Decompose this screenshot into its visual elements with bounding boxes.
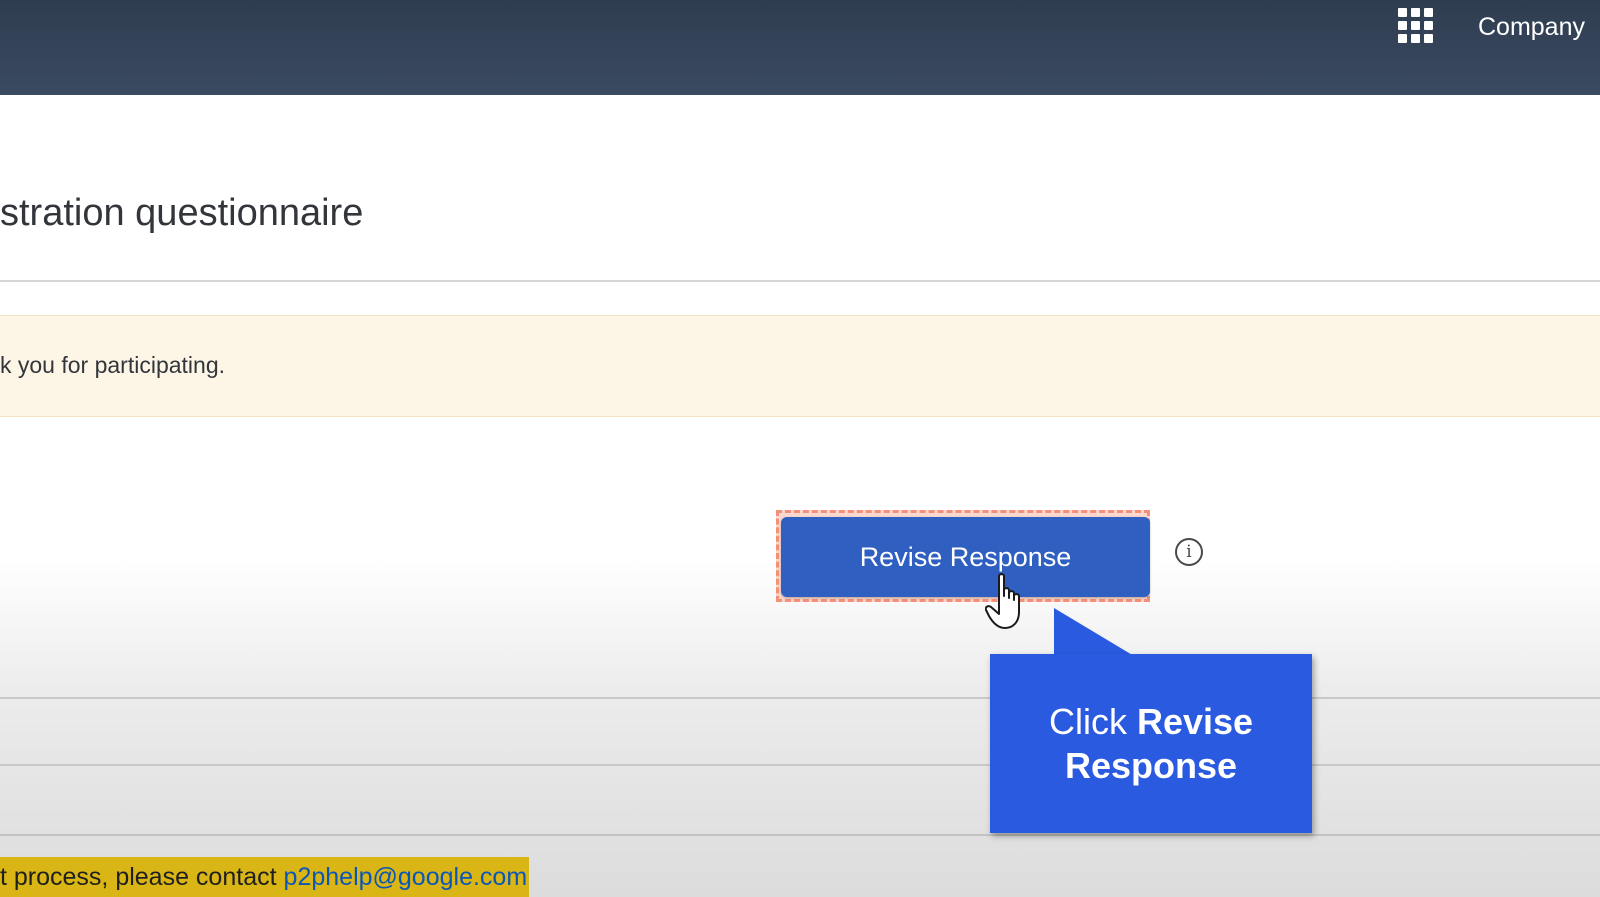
- revise-response-button[interactable]: Revise Response: [781, 517, 1150, 597]
- support-contact-text: t process, please contact: [0, 862, 277, 891]
- callout-prefix: Click: [1048, 700, 1137, 742]
- info-message-strip: k you for participating.: [0, 315, 1600, 417]
- callout-line-2: Response: [1065, 744, 1237, 788]
- support-email-link[interactable]: p2phelp@google.com: [284, 863, 528, 892]
- info-icon[interactable]: i: [1175, 538, 1203, 566]
- content-divider: [0, 697, 1600, 699]
- callout-line-1: Click Revise: [1049, 700, 1253, 744]
- page-title: stration questionnaire: [0, 192, 364, 234]
- hand-pointer-cursor-icon: [985, 573, 1020, 629]
- top-header-bar: Company: [0, 0, 1600, 95]
- company-menu[interactable]: Company: [1478, 13, 1585, 42]
- grid-apps-icon[interactable]: [1398, 8, 1434, 44]
- title-divider: [0, 280, 1600, 282]
- callout-bold-1: Revise: [1136, 700, 1254, 742]
- support-contact-line: t process, please contact p2phelp@google…: [0, 857, 530, 897]
- info-message-text: k you for participating.: [0, 352, 226, 378]
- callout-bold-2: Response: [1064, 744, 1238, 786]
- content-divider: [0, 834, 1600, 836]
- callout-pointer: [1054, 608, 1134, 656]
- content-divider: [0, 764, 1600, 766]
- page: Company stration questionnaire k you for…: [0, 0, 1600, 897]
- tutorial-callout: Click Revise Response: [990, 654, 1312, 833]
